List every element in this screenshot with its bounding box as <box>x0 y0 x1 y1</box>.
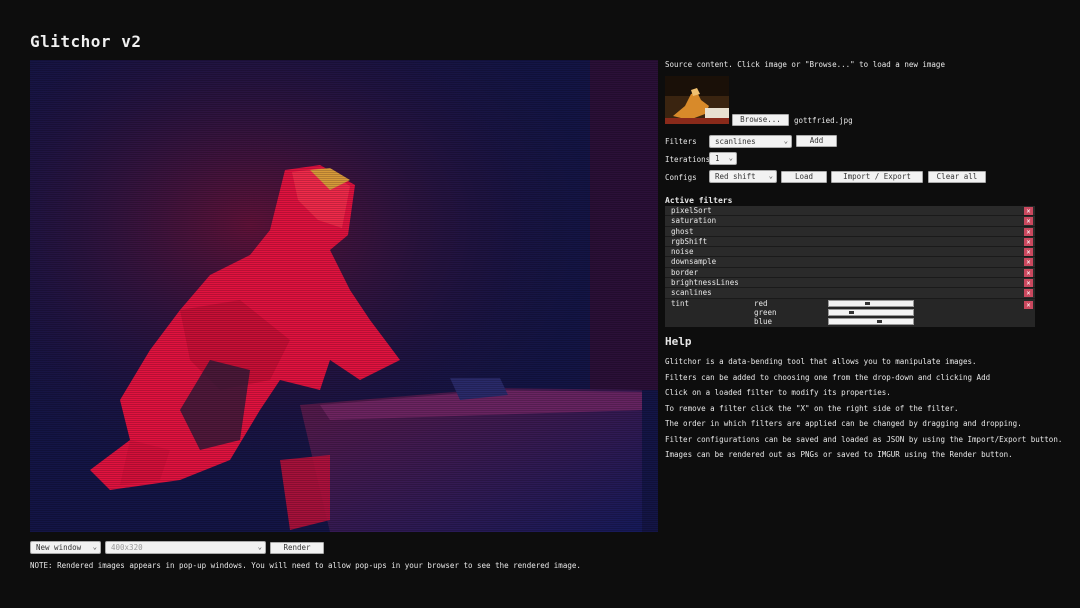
chevron-down-icon: ⌄ <box>92 543 97 551</box>
source-image <box>665 76 729 124</box>
source-thumbnail[interactable] <box>665 76 729 124</box>
filters-label: Filters <box>665 137 697 146</box>
window-select-value: New window <box>36 543 82 552</box>
processed-image <box>30 60 658 532</box>
image-canvas[interactable] <box>30 60 658 532</box>
import-export-button[interactable]: Import / Export <box>831 171 923 183</box>
active-filters-title: Active filters <box>665 196 733 205</box>
iterations-select[interactable]: 1 ⌄ <box>709 152 737 165</box>
filter-item-brightnesslines[interactable]: brightnessLines ✕ <box>665 278 1035 289</box>
filter-item-label: noise <box>671 247 694 257</box>
render-button[interactable]: Render <box>270 542 324 554</box>
source-filename: gottfried.jpg <box>794 116 853 125</box>
remove-filter-icon[interactable]: ✕ <box>1024 227 1033 236</box>
remove-filter-icon[interactable]: ✕ <box>1024 217 1033 226</box>
filter-item-rgbshift[interactable]: rgbShift ✕ <box>665 236 1035 248</box>
render-note: NOTE: Rendered images appears in pop-up … <box>30 561 581 570</box>
iterations-select-value: 1 <box>715 154 720 163</box>
load-config-button[interactable]: Load <box>781 171 827 183</box>
filter-item-label: scanlines <box>671 288 712 298</box>
filter-item-border[interactable]: border ✕ <box>665 267 1035 279</box>
filter-item-label: pixelSort <box>671 206 712 215</box>
filter-item-label: rgbShift <box>671 236 708 246</box>
tint-prop-green-label: green <box>754 308 777 317</box>
filter-item-label: downsample <box>671 257 717 267</box>
slider-knob[interactable] <box>865 302 870 305</box>
tint-blue-slider[interactable] <box>828 318 914 325</box>
remove-filter-icon[interactable]: ✕ <box>1024 279 1033 288</box>
remove-filter-icon[interactable]: ✕ <box>1024 301 1033 309</box>
slider-knob[interactable] <box>849 311 854 314</box>
remove-filter-icon[interactable]: ✕ <box>1024 237 1033 246</box>
help-line: Glitchor is a data-bending tool that all… <box>665 357 977 366</box>
clear-all-button[interactable]: Clear all <box>928 171 986 183</box>
chevron-down-icon: ⌄ <box>768 172 773 180</box>
remove-filter-icon[interactable]: ✕ <box>1024 268 1033 277</box>
filter-item-downsample[interactable]: downsample ✕ <box>665 257 1035 268</box>
tint-red-slider[interactable] <box>828 300 914 307</box>
source-label: Source content. Click image or "Browse..… <box>665 60 945 69</box>
active-filters-list: pixelSort ✕ saturation ✕ ghost ✕ rgbShift ✕ … <box>665 206 1035 299</box>
add-filter-button[interactable]: Add <box>796 135 837 147</box>
config-select-value: Red shift <box>715 172 756 181</box>
filter-item-label: ghost <box>671 226 694 236</box>
help-title: Help <box>665 335 692 348</box>
filter-item-label: border <box>671 267 699 277</box>
filter-item-saturation[interactable]: saturation ✕ <box>665 216 1035 227</box>
tint-prop-blue-label: blue <box>754 317 773 326</box>
chevron-down-icon: ⌄ <box>728 154 733 162</box>
filter-item-pixelsort[interactable]: pixelSort ✕ <box>665 206 1035 217</box>
tint-prop-red-label: red <box>754 299 768 308</box>
help-line: To remove a filter click the "X" on the … <box>665 404 959 413</box>
help-line: Click on a loaded filter to modify its p… <box>665 388 891 397</box>
filter-item-scanlines[interactable]: scanlines ✕ <box>665 288 1035 299</box>
help-line: Filter configurations can be saved and l… <box>665 435 1063 444</box>
size-select[interactable]: 400x320 ⌄ <box>105 541 266 554</box>
filter-select-value: scanlines <box>715 137 756 146</box>
configs-label: Configs <box>665 173 697 182</box>
remove-filter-icon[interactable]: ✕ <box>1024 258 1033 267</box>
filter-item-ghost[interactable]: ghost ✕ <box>665 226 1035 237</box>
config-select[interactable]: Red shift ⌄ <box>709 170 777 183</box>
size-select-value: 400x320 <box>111 543 143 552</box>
remove-filter-icon[interactable]: ✕ <box>1024 248 1033 257</box>
filter-item-tint[interactable]: tint ✕ red green blue <box>665 299 1035 327</box>
help-line: Images can be rendered out as PNGs or sa… <box>665 450 1013 459</box>
window-select[interactable]: New window ⌄ <box>30 541 101 554</box>
filter-item-label: saturation <box>671 216 717 226</box>
filter-item-label: tint <box>671 299 690 308</box>
filter-item-label: brightnessLines <box>671 278 739 288</box>
tint-green-slider[interactable] <box>828 309 914 316</box>
help-line: The order in which filters are applied c… <box>665 419 1022 428</box>
iterations-label: Iterations <box>665 155 711 164</box>
app-title: Glitchor v2 <box>30 32 142 51</box>
help-line: Filters can be added to choosing one fro… <box>665 373 991 382</box>
chevron-down-icon: ⌄ <box>257 543 262 551</box>
filter-select[interactable]: scanlines ⌄ <box>709 135 792 148</box>
browse-button[interactable]: Browse... <box>732 114 789 126</box>
slider-knob[interactable] <box>877 320 882 323</box>
remove-filter-icon[interactable]: ✕ <box>1024 289 1033 298</box>
filter-item-noise[interactable]: noise ✕ <box>665 247 1035 258</box>
remove-filter-icon[interactable]: ✕ <box>1024 207 1033 215</box>
chevron-down-icon: ⌄ <box>783 137 788 145</box>
